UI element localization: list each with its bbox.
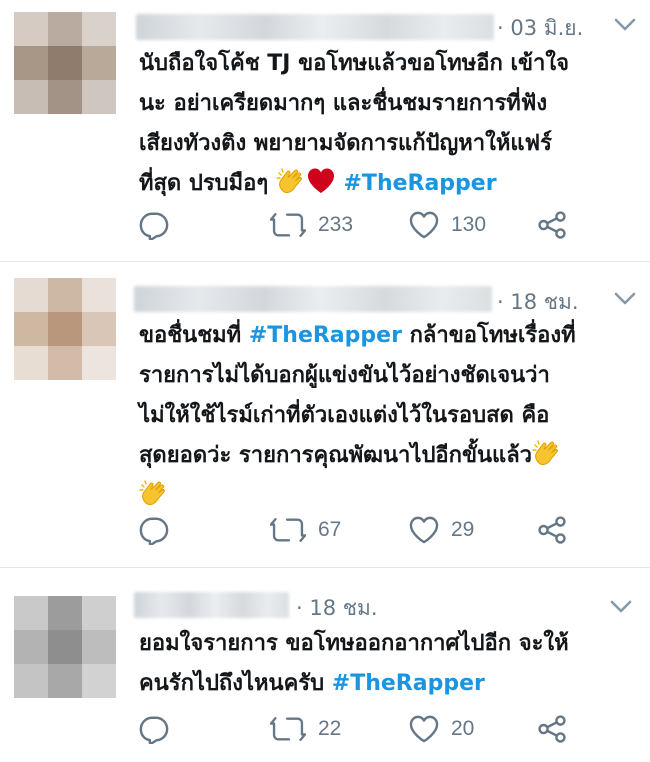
chevron-down-icon[interactable]: [614, 18, 636, 32]
tweet-time[interactable]: · 03 มิ.ย.: [497, 12, 583, 45]
tweet-time[interactable]: · 18 ชม.: [497, 286, 579, 319]
chevron-down-icon[interactable]: [614, 292, 636, 306]
like-icon: [409, 715, 439, 743]
retweet-button[interactable]: 22: [270, 712, 341, 746]
tweet-line-last: คนรักไปถึงไหนครับ #TheRapper: [139, 664, 639, 704]
clapping-hands-emoji: [532, 438, 562, 468]
tweet-line: รายการไม่ได้บอกผู้แข่งขันไว้อย่างชัดเจนว…: [139, 363, 550, 388]
like-count: 130: [451, 213, 487, 236]
tweet-time[interactable]: · 18 ชม.: [296, 592, 378, 625]
hashtag-link[interactable]: #TheRapper: [249, 323, 402, 348]
chevron-down-icon[interactable]: [610, 600, 632, 614]
reply-icon: [139, 515, 169, 545]
clapping-hands-emoji: [139, 478, 169, 508]
like-count: 20: [451, 717, 475, 740]
tweet-actions: 22 20: [139, 712, 619, 746]
author-name-redacted[interactable]: [136, 14, 494, 40]
tweet-line: ที่สุด ปรบมือๆ: [139, 171, 269, 196]
tweet-line: นับถือใจโค้ช TJ ขอโทษแล้วขอโทษอีก เข้าใจ: [139, 51, 570, 76]
reply-button[interactable]: [139, 513, 169, 547]
like-button[interactable]: 29: [409, 513, 474, 547]
tweet-line-first: ขอชื่นชมที่ #TheRapper กล้าขอโทษเรื่องที…: [139, 316, 639, 356]
retweet-count: 233: [318, 213, 354, 236]
tweet[interactable]: · 18 ชม. ขอชื่นชมที่ #TheRapper กล้าขอโท…: [0, 262, 650, 568]
like-count: 29: [451, 518, 475, 541]
clapping-hands-emoji: [276, 166, 306, 196]
share-icon: [537, 714, 567, 744]
retweet-button[interactable]: 67: [270, 513, 341, 547]
reply-icon: [139, 714, 169, 744]
retweet-button[interactable]: 233: [270, 208, 353, 242]
tweet-line: กล้าขอโทษเรื่องที่: [409, 323, 576, 348]
share-button[interactable]: [537, 712, 567, 746]
share-button[interactable]: [537, 208, 567, 242]
author-name-redacted[interactable]: [134, 592, 289, 618]
retweet-count: 22: [318, 717, 342, 740]
share-button[interactable]: [537, 513, 567, 547]
tweet-text: นับถือใจโค้ช TJ ขอโทษแล้วขอโทษอีก เข้าใจ…: [139, 44, 639, 204]
red-heart-emoji: [306, 166, 336, 196]
retweet-icon: [270, 210, 306, 240]
tweet-text: ยอมใจรายการ ขอโทษออกอากาศไปอีก จะให้ คนร…: [139, 624, 639, 704]
tweet[interactable]: · 18 ชม. ยอมใจรายการ ขอโทษออกอากาศไปอีก …: [0, 568, 650, 762]
author-name-redacted[interactable]: [134, 286, 492, 312]
tweet-text: ขอชื่นชมที่ #TheRapper กล้าขอโทษเรื่องที…: [139, 316, 639, 516]
like-button[interactable]: 20: [409, 712, 474, 746]
retweet-count: 67: [318, 518, 342, 541]
like-button[interactable]: 130: [409, 208, 486, 242]
hashtag-link[interactable]: #TheRapper: [344, 171, 497, 196]
tweet-line: ยอมใจรายการ ขอโทษออกอากาศไปอีก จะให้: [139, 631, 569, 656]
reply-button[interactable]: [139, 208, 169, 242]
like-icon: [409, 211, 439, 239]
tweet-actions: 67 29: [139, 513, 619, 547]
tweet-line: ไม่ให้ใช้ไรม์เก่าที่ตัวเองแต่งไว้ในรอบสด…: [139, 403, 550, 428]
avatar[interactable]: [14, 278, 116, 380]
tweet-line-last: ที่สุด ปรบมือๆ #TheRapper: [139, 164, 639, 204]
reply-icon: [139, 210, 169, 240]
retweet-icon: [270, 714, 306, 744]
tweet-line: เสียงทัวงติง พยายามจัดการแก้ปัญหาให้แฟร์: [139, 131, 552, 156]
reply-button[interactable]: [139, 712, 169, 746]
tweet-line: สุดยอดว่ะ รายการคุณพัฒนาไปอีกขั้นแล้ว: [139, 443, 533, 468]
avatar[interactable]: [14, 12, 116, 114]
share-icon: [537, 515, 567, 545]
tweet-line: ขอชื่นชมที่: [139, 323, 242, 348]
tweet[interactable]: · 03 มิ.ย. นับถือใจโค้ช TJ ขอโทษแล้วขอโท…: [0, 0, 650, 262]
tweet-line: นะ อย่าเครียดมากๆ และชื่นชมรายการที่ฟัง: [139, 91, 548, 116]
tweet-line-emoji: [139, 476, 639, 516]
retweet-icon: [270, 515, 306, 545]
share-icon: [537, 210, 567, 240]
tweet-line-with-emoji: สุดยอดว่ะ รายการคุณพัฒนาไปอีกขั้นแล้ว: [139, 436, 639, 476]
tweet-actions: 233 130: [139, 208, 619, 242]
like-icon: [409, 516, 439, 544]
tweet-line: คนรักไปถึงไหนครับ: [139, 671, 325, 696]
hashtag-link[interactable]: #TheRapper: [332, 671, 485, 696]
avatar[interactable]: [14, 596, 116, 698]
